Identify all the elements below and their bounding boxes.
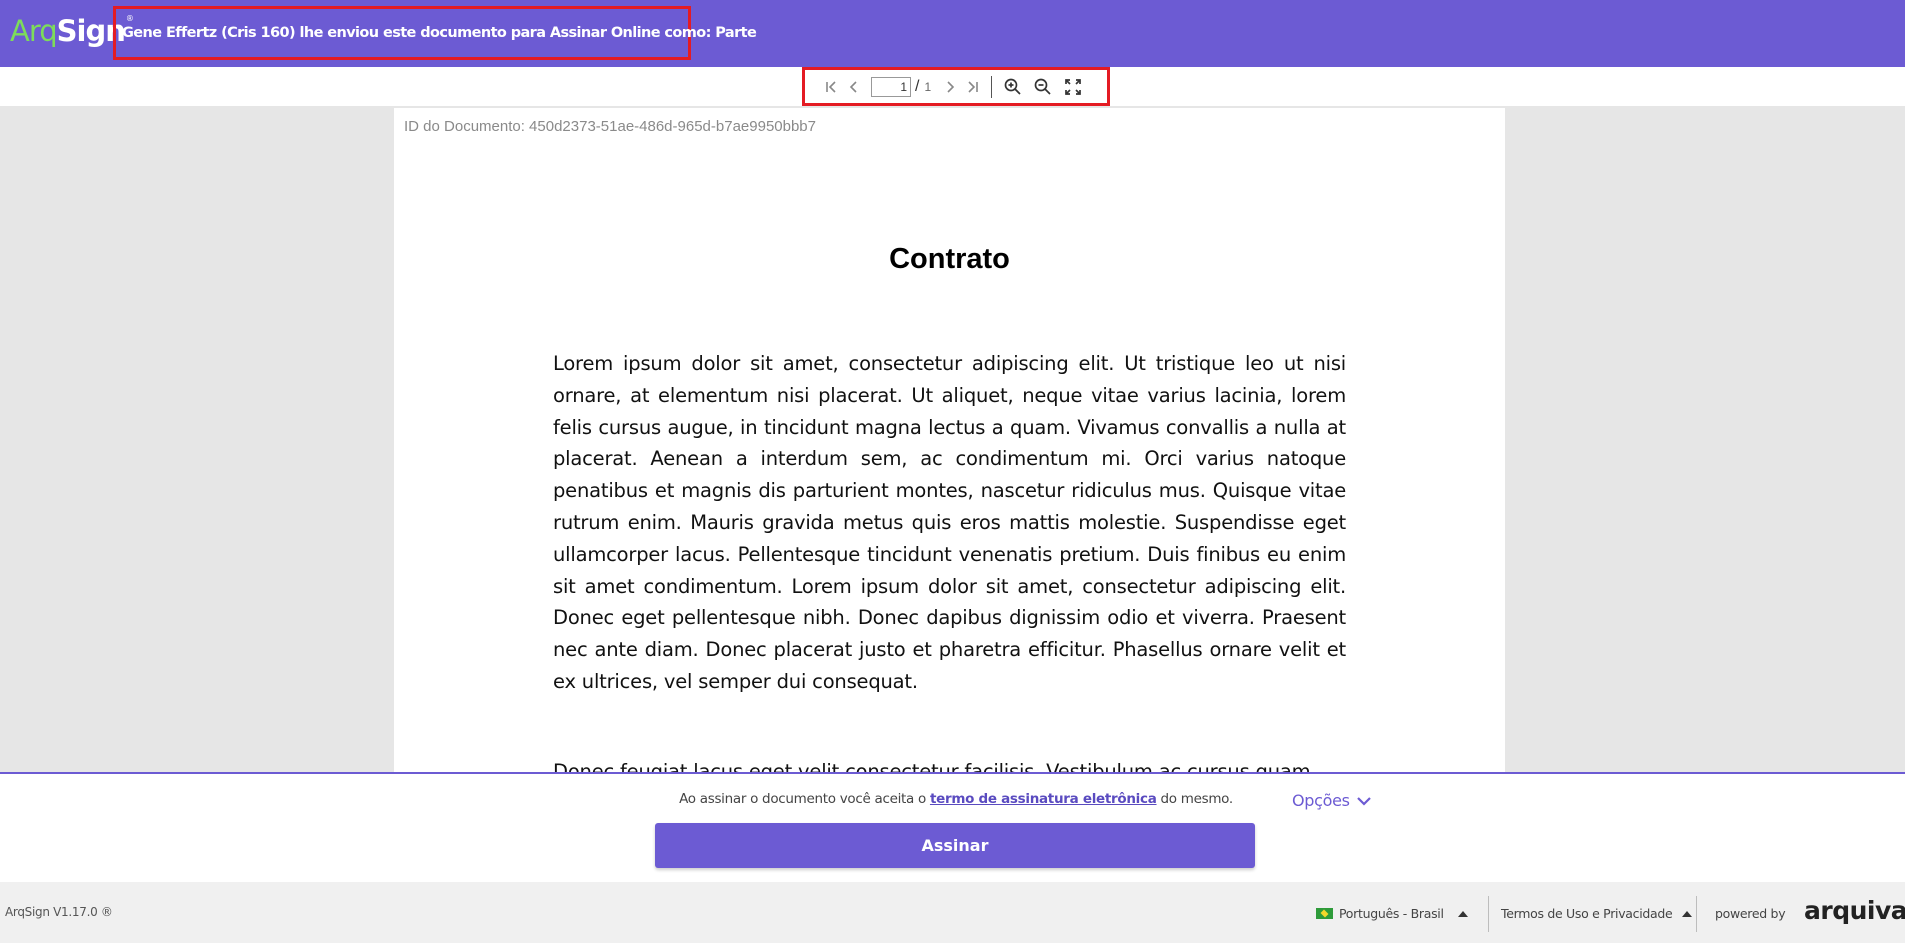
zoom-out-icon	[1034, 78, 1051, 95]
chevron-left-icon	[849, 80, 857, 93]
sign-button[interactable]: Assinar	[655, 823, 1255, 868]
footer: ArqSign V1.17.0 ® Português - Brasil Ter…	[0, 882, 1905, 943]
options-dropdown[interactable]: Opções	[1292, 791, 1372, 810]
first-page-icon	[826, 80, 836, 93]
fullscreen-button[interactable]	[1062, 76, 1084, 98]
app-version: ArqSign V1.17.0 ®	[5, 905, 113, 919]
terms-privacy-selector[interactable]: Termos de Uso e Privacidade	[1501, 906, 1693, 921]
toolbar-divider	[991, 75, 993, 98]
terms-privacy-label: Termos de Uso e Privacidade	[1501, 906, 1673, 921]
arquivar-logo: arquivar	[1804, 896, 1905, 925]
next-page-button[interactable]	[939, 76, 961, 98]
sign-panel: Ao assinar o documento você aceita o ter…	[0, 772, 1905, 882]
zoom-in-button[interactable]	[1002, 76, 1024, 98]
zoom-in-icon	[1004, 78, 1021, 95]
document-paragraph: Donec feugiat lacus eget velit consectet…	[553, 760, 1311, 773]
options-label: Opções	[1292, 791, 1350, 810]
terms-suffix: do mesmo.	[1156, 791, 1234, 807]
total-pages: 1	[924, 79, 932, 94]
electronic-signature-terms-link[interactable]: termo de assinatura eletrônica	[930, 791, 1157, 807]
last-page-icon	[968, 80, 978, 93]
chevron-down-icon	[1356, 796, 1371, 806]
page-separator: /	[915, 77, 920, 95]
document-page: ID do Documento: 450d2373-51ae-486d-965d…	[394, 108, 1505, 773]
previous-page-button[interactable]	[843, 76, 865, 98]
top-header: ArqSign® Gene Effertz (Cris 160) lhe env…	[0, 0, 1905, 67]
pdf-viewer-toolbar: / 1	[802, 67, 1110, 106]
brazil-flag-icon	[1316, 908, 1333, 919]
footer-divider	[1696, 896, 1697, 932]
terms-prefix: Ao assinar o documento você aceita o	[679, 791, 930, 807]
document-paragraph: Lorem ipsum dolor sit amet, consectetur …	[553, 352, 1346, 693]
logo-arq: Arq	[10, 14, 58, 48]
last-page-button[interactable]	[961, 76, 983, 98]
footer-divider	[1488, 896, 1489, 932]
powered-by-label: powered by	[1715, 906, 1786, 921]
sender-message: Gene Effertz (Cris 160) lhe enviou este …	[113, 6, 757, 60]
document-id: ID do Documento: 450d2373-51ae-486d-965d…	[404, 118, 816, 135]
document-title: Contrato	[889, 243, 1010, 275]
page-number-input[interactable]	[871, 76, 911, 97]
zoom-out-button[interactable]	[1032, 76, 1054, 98]
fullscreen-icon	[1065, 78, 1081, 95]
language-selector[interactable]: Português - Brasil	[1316, 906, 1468, 921]
first-page-button[interactable]	[821, 76, 843, 98]
terms-notice: Ao assinar o documento você aceita o ter…	[0, 791, 1905, 807]
chevron-right-icon	[947, 80, 955, 93]
caret-up-icon	[1682, 910, 1693, 917]
caret-up-icon	[1457, 910, 1468, 917]
language-label: Português - Brasil	[1339, 906, 1444, 921]
